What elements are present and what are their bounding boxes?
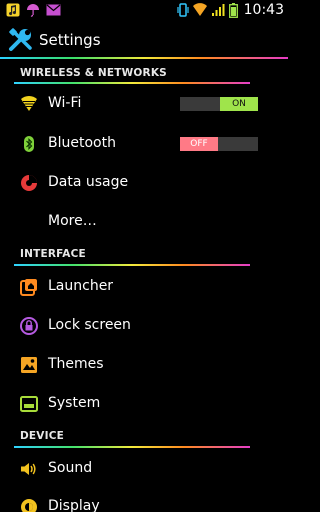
settings-item-more[interactable]: More… — [0, 203, 288, 242]
action-bar-divider — [0, 57, 288, 59]
settings-item-label: System — [48, 395, 101, 411]
settings-item-wifi[interactable]: Wi-Fi ON — [0, 85, 288, 124]
action-bar: Settings — [0, 24, 288, 57]
section-divider — [14, 446, 250, 448]
tools-icon[interactable] — [8, 27, 34, 53]
bluetooth-icon — [24, 136, 34, 152]
settings-item-display[interactable]: Display — [0, 488, 288, 512]
section-header-interface: INTERFACE — [20, 248, 86, 260]
section-divider — [14, 264, 250, 266]
launcher-icon — [20, 279, 37, 296]
status-bar: 10:43 — [0, 0, 288, 22]
bluetooth-toggle[interactable]: OFF — [180, 137, 258, 151]
settings-item-system[interactable]: System — [0, 385, 288, 424]
section-header-wireless: WIRELESS & NETWORKS — [20, 67, 167, 79]
settings-item-label: Display — [48, 498, 100, 512]
settings-item-data-usage[interactable]: Data usage — [0, 164, 288, 203]
settings-item-label: Bluetooth — [48, 135, 116, 151]
settings-item-label: Data usage — [48, 174, 129, 190]
music-note-icon — [6, 3, 20, 17]
section-header-device: DEVICE — [20, 430, 64, 442]
settings-item-label: Themes — [48, 356, 104, 372]
wifi-icon — [21, 95, 37, 111]
themes-icon — [21, 357, 37, 373]
battery-icon — [228, 2, 238, 18]
brightness-icon — [21, 499, 37, 512]
speaker-icon — [21, 463, 36, 475]
page-title: Settings — [39, 31, 101, 49]
settings-item-launcher[interactable]: Launcher — [0, 268, 288, 307]
settings-item-label: Wi-Fi — [48, 95, 82, 111]
settings-item-sound[interactable]: Sound — [0, 450, 288, 489]
settings-item-themes[interactable]: Themes — [0, 346, 288, 385]
settings-item-label: More… — [48, 213, 97, 229]
settings-item-label: Lock screen — [48, 317, 131, 333]
toggle-off-state: OFF — [180, 137, 218, 151]
wifi-icon — [192, 3, 207, 17]
signal-icon — [211, 4, 225, 16]
vibrate-icon — [177, 3, 189, 17]
mail-icon — [46, 4, 61, 16]
settings-item-lock-screen[interactable]: Lock screen — [0, 307, 288, 346]
lock-icon — [20, 317, 38, 335]
section-divider — [14, 82, 250, 84]
toggle-on-state: ON — [220, 97, 258, 111]
wifi-toggle[interactable]: ON — [180, 97, 258, 111]
data-usage-icon — [21, 175, 37, 191]
status-time: 10:43 — [243, 2, 284, 18]
system-icon — [20, 396, 38, 412]
settings-item-label: Launcher — [48, 278, 114, 294]
settings-item-bluetooth[interactable]: Bluetooth OFF — [0, 125, 288, 164]
umbrella-icon — [27, 4, 39, 17]
settings-item-label: Sound — [48, 460, 93, 476]
